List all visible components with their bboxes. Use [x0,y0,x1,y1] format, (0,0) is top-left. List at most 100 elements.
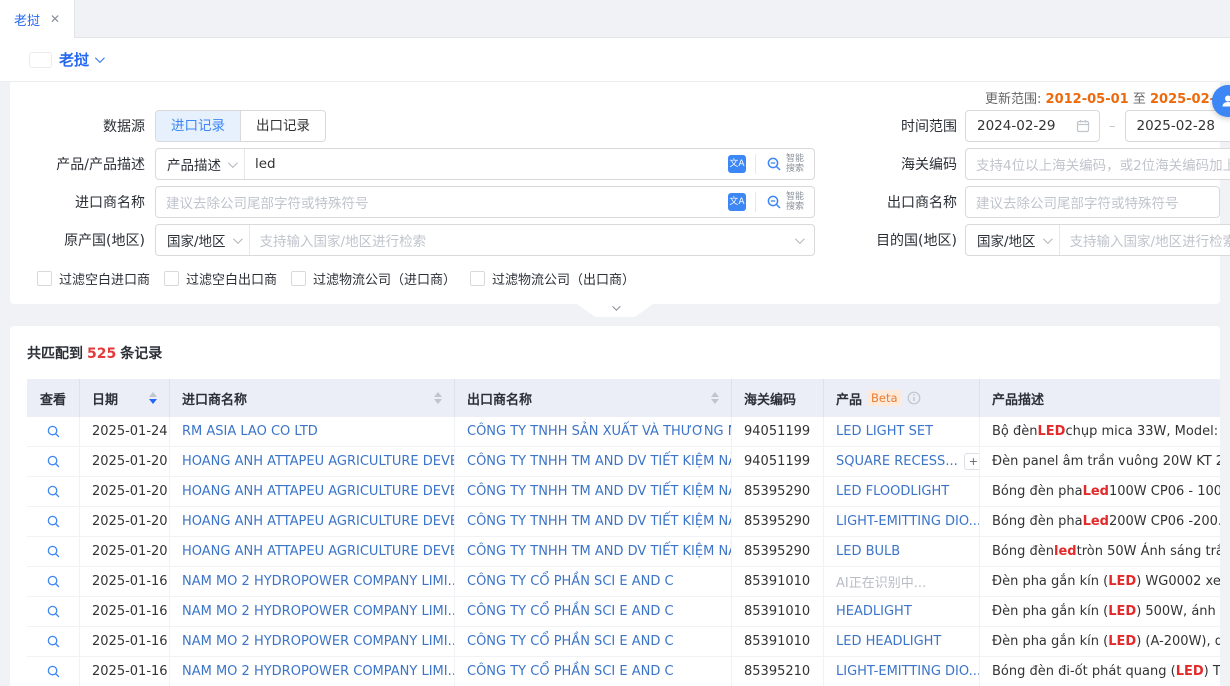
exporter-link[interactable]: CÔNG TY TNHH TM AND DV TIẾT KIỆM NĂ... [455,507,732,537]
smart-search-button[interactable]: 智能搜索 [756,154,814,174]
filter-checkbox-0[interactable]: 过滤空白进口商 [37,269,150,288]
importer-link[interactable]: NAM MO 2 HYDROPOWER COMPANY LIMI... [170,597,455,627]
close-icon[interactable]: ✕ [50,12,60,26]
col-importer[interactable]: 进口商名称 [170,379,455,417]
view-cell[interactable] [27,657,80,686]
product-link[interactable]: LED HEADLIGHT [836,634,941,649]
view-details-icon[interactable] [46,664,61,679]
data-source-label: 数据源 [10,116,155,136]
importer-link[interactable]: NAM MO 2 HYDROPOWER COMPANY LIMI... [170,627,455,657]
importer-link[interactable]: HOANG ANH ATTAPEU AGRICULTURE DEVE... [170,447,455,477]
view-details-icon[interactable] [46,544,61,559]
product-link[interactable]: LED LIGHT SET [836,424,933,439]
product-cell: HEADLIGHT [824,597,980,627]
exporter-link[interactable]: CÔNG TY CỔ PHẦN SCI E AND C [455,627,732,657]
exporter-input[interactable]: 建议去除公司尾部字符或特殊符号 [966,192,1219,212]
chevron-down-icon [233,234,243,244]
col-date[interactable]: 日期 [80,379,170,417]
description-cell: Bóng đèn led tròn 50W Ánh sáng trắ... [980,537,1220,567]
translate-icon[interactable]: 文A [728,155,746,173]
view-details-icon[interactable] [46,634,61,649]
view-cell[interactable] [27,627,80,657]
product-link[interactable]: LED FLOODLIGHT [836,484,949,499]
exporter-link[interactable]: CÔNG TY TNHH TM AND DV TIẾT KIỆM NĂ... [455,477,732,507]
smart-search-button[interactable]: 智能搜索 [756,192,814,212]
view-details-icon[interactable] [46,454,61,469]
checkbox-icon[interactable] [291,271,306,286]
view-details-icon[interactable] [46,424,61,439]
importer-link[interactable]: HOANG ANH ATTAPEU AGRICULTURE DEVE... [170,477,455,507]
table-row: 2025-01-24RM ASIA LAO CO LTDCÔNG TY TNHH… [27,417,1220,447]
product-link[interactable]: LIGHT-EMITTING DIO... [836,664,980,679]
filter-checkbox-2[interactable]: 过滤物流公司（进口商） [291,269,456,288]
view-details-icon[interactable] [46,574,61,589]
product-link[interactable]: LED BULB [836,544,900,559]
filter-checkbox-3[interactable]: 过滤物流公司（出口商） [470,269,635,288]
origin-control: 国家/地区 支持输入国家/地区进行检索 [155,224,815,256]
date-to-input[interactable]: 2025-02-28 [1125,110,1230,142]
view-cell[interactable] [27,597,80,627]
exporter-link[interactable]: CÔNG TY TNHH TM AND DV TIẾT KIỆM NĂ... [455,447,732,477]
product-cell: LED BULB [824,537,980,567]
view-cell[interactable] [27,447,80,477]
exporter-link[interactable]: CÔNG TY CỔ PHẦN SCI E AND C [455,567,732,597]
product-link[interactable]: SQUARE RECESS... [836,454,958,469]
exporter-link[interactable]: CÔNG TY TNHH TM AND DV TIẾT KIỆM NĂ... [455,537,732,567]
product-link[interactable]: LIGHT-EMITTING DIO... [836,514,980,529]
description-cell: Bóng đèn pha Led 100W CP06 - 100... [980,477,1220,507]
exporter-link[interactable]: CÔNG TY CỔ PHẦN SCI E AND C [455,597,732,627]
sort-icon-date[interactable] [149,392,157,404]
view-details-icon[interactable] [46,484,61,499]
keyword-highlight: Led [1083,484,1109,499]
product-more-badge[interactable]: + 1 [964,453,980,470]
checkbox-icon[interactable] [37,271,52,286]
destination-control: 国家/地区 支持输入国家/地区进行检索 [965,224,1230,256]
view-cell[interactable] [27,417,80,447]
checkbox-icon[interactable] [164,271,179,286]
product-search-input[interactable]: led [245,156,728,172]
importer-link[interactable]: HOANG ANH ATTAPEU AGRICULTURE DEVE... [170,507,455,537]
checkbox-icon[interactable] [470,271,485,286]
hs-code-input[interactable]: 支持4位以上海关编码，或2位海关编码加上产品 [966,154,1230,174]
product-link[interactable]: HEADLIGHT [836,604,912,619]
sort-icon-importer[interactable] [434,392,442,404]
sort-icon-exporter[interactable] [711,392,719,404]
exporter-link[interactable]: CÔNG TY TNHH SẢN XUẤT VÀ THƯƠNG M... [455,417,732,447]
view-details-icon[interactable] [46,514,61,529]
origin-input[interactable]: 支持输入国家/地区进行检索 [250,230,795,250]
table-row: 2025-01-16NAM MO 2 HYDROPOWER COMPANY LI… [27,597,1220,627]
date-cell: 2025-01-20 [80,447,170,477]
date-cell: 2025-01-20 [80,507,170,537]
view-cell[interactable] [27,537,80,567]
filter-checkbox-1[interactable]: 过滤空白出口商 [164,269,277,288]
translate-icon[interactable]: 文A [728,193,746,211]
importer-input[interactable]: 建议去除公司尾部字符或特殊符号 [156,192,728,212]
view-cell[interactable] [27,507,80,537]
importer-link[interactable]: RM ASIA LAO CO LTD [170,417,455,447]
info-icon[interactable] [907,391,921,405]
importer-link[interactable]: NAM MO 2 HYDROPOWER COMPANY LIMI... [170,657,455,686]
col-product: 产品 Beta [824,379,980,417]
exporter-link[interactable]: CÔNG TY CỔ PHẦN SCI E AND C [455,657,732,686]
view-cell[interactable] [27,567,80,597]
destination-type-select[interactable]: 国家/地区 [966,225,1060,255]
product-type-select[interactable]: 产品描述 [156,149,245,179]
origin-type-select[interactable]: 国家/地区 [156,225,250,255]
filter-panel: 更新范围: 2012-05-01 至 2025-02-28 数据源 进口记录 出… [10,82,1220,304]
importer-link[interactable]: NAM MO 2 HYDROPOWER COMPANY LIMI... [170,567,455,597]
view-cell[interactable] [27,477,80,507]
date-from-input[interactable]: 2024-02-29 [965,110,1100,142]
tab-export-records[interactable]: 出口记录 [240,111,325,141]
country-name[interactable]: 老挝 [59,49,89,70]
chevron-down-icon[interactable] [95,53,105,63]
keyword-highlight: LED [1108,574,1136,589]
view-details-icon[interactable] [46,604,61,619]
importer-link[interactable]: HOANG ANH ATTAPEU AGRICULTURE DEVE... [170,537,455,567]
collapse-panel-button[interactable] [577,304,653,317]
destination-input[interactable]: 支持输入国家/地区进行检索 [1060,230,1230,250]
tab-import-records[interactable]: 进口记录 [156,111,240,141]
col-exporter[interactable]: 出口商名称 [455,379,732,417]
tab-laos[interactable]: 老挝 ✕ [0,0,75,38]
date-cell: 2025-01-16 [80,627,170,657]
update-range: 更新范围: 2012-05-01 至 2025-02-28 [985,88,1230,107]
